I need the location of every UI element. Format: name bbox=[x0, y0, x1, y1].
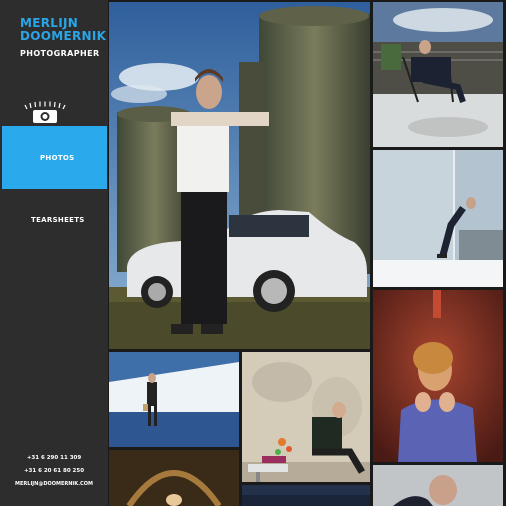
photo-arched-hall[interactable] bbox=[109, 450, 239, 506]
logo-tagline: PHOTOGRAPHER bbox=[20, 49, 100, 58]
logo[interactable]: MERLIJN DOOMERNIK PHOTOGRAPHER bbox=[20, 17, 106, 59]
contact-phone-2: +31 6 20 61 80 250 bbox=[23, 468, 85, 474]
photo-seated-man[interactable] bbox=[242, 352, 370, 482]
contact-email[interactable]: MERLIJN@DOOMERNIK.COM bbox=[0, 481, 108, 487]
photo-dark-blue[interactable] bbox=[242, 485, 370, 506]
photo-laughing-woman[interactable] bbox=[373, 290, 503, 462]
nav-photos[interactable]: PHOTOS bbox=[2, 126, 107, 189]
sidebar: MERLIJN DOOMERNIK PHOTOGRAPHER PHOTOS TE… bbox=[0, 0, 108, 506]
photo-leaning-man[interactable] bbox=[373, 150, 503, 287]
photo-rooftop-chair[interactable] bbox=[373, 2, 503, 147]
camera-icon bbox=[24, 101, 66, 123]
logo-line-2: DOOMERNIK bbox=[20, 29, 107, 43]
photo-woman-with-bag[interactable] bbox=[109, 352, 239, 447]
nav-tearsheets[interactable]: TEARSHEETS bbox=[31, 216, 85, 224]
nav-photos-label: PHOTOS bbox=[40, 154, 75, 162]
photo-man-with-car[interactable] bbox=[109, 2, 370, 349]
photo-bald-man[interactable] bbox=[373, 465, 503, 506]
contact-phone-1: +31 6 290 11 309 bbox=[26, 455, 82, 461]
